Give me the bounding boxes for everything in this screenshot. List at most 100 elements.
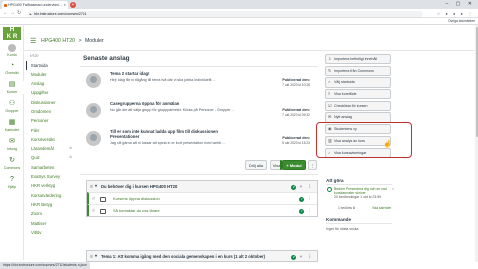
commons-icon: ↻ [9, 157, 15, 164]
course-nav-item[interactable]: Quiz ⊘ [26, 153, 74, 162]
favicon-icon [3, 3, 7, 7]
other-bookmarks[interactable]: Övriga bokmärken [448, 18, 475, 24]
announcement-title[interactable]: Tema 2 startar idag! [110, 71, 240, 77]
sidebar-button[interactable]: ⌂ Välj startsida [325, 77, 391, 88]
course-nav-item[interactable]: Diskussioner [26, 98, 74, 107]
sidebar-button[interactable]: ☑ Checklista för kursen [325, 100, 391, 112]
drag-handle-icon[interactable]: ⠿ [90, 181, 93, 192]
global-nav-calendar[interactable]: ▦ Kalender [0, 119, 24, 132]
published-icon[interactable]: ✓ [291, 184, 297, 190]
course-nav-item[interactable]: Vitlöv [26, 228, 74, 237]
course-nav-item[interactable]: Anslag [26, 79, 74, 88]
new-tab-button[interactable]: + [70, 1, 76, 8]
course-nav-item[interactable]: Lärandemål ⊘ [26, 144, 74, 153]
course-nav-item[interactable]: Personer [26, 116, 74, 125]
url-text: hkr.instructure.com/courses/2711 [34, 11, 87, 16]
announcement-title[interactable]: Till er som inte kunnat ladda upp film t… [110, 129, 240, 140]
global-navigation: HK R Konto ◔ Översikt ▤ Kurser ⚇ Grupper… [0, 25, 24, 260]
announcement-item[interactable]: Till er som inte kunnat ladda upp film t… [86, 128, 316, 156]
header-divider [24, 50, 478, 51]
reload-icon[interactable]: ↻ [17, 9, 21, 18]
announcement-item[interactable]: Casegrupperna öppna för anmälan Nu går d… [86, 100, 316, 128]
chevron-down-icon[interactable]: ▾ [95, 181, 97, 192]
global-nav-inbox[interactable]: ✉ Inkorg [0, 138, 24, 151]
course-nav-item[interactable]: EvaSys Survey [26, 172, 74, 181]
module-item-label[interactable]: Kursens öppna diskussion [113, 196, 160, 201]
course-nav-label: Vitlöv [31, 229, 42, 235]
author-avatar [86, 103, 101, 118]
dismiss-icon[interactable]: × [392, 187, 394, 191]
course-nav-item[interactable]: HKR verktyg [26, 181, 74, 190]
global-nav-commons[interactable]: ↻ Commons [0, 157, 24, 170]
extensions-area[interactable]: ☆ ● ● ● ⋮ [437, 9, 474, 18]
module-controls[interactable]: ✓ + ⋮ [291, 251, 314, 261]
sidebar-button[interactable]: ⇩ Importera befintligt innehåll [325, 54, 391, 65]
browser-tab[interactable]: HPG400 Fallbaserad undervisni... × [2, 1, 68, 9]
module-item[interactable]: ⠿ Så kontaktar du oss lärare ✓ ⋮ [87, 204, 317, 216]
more-options-button[interactable]: ⋮ [308, 160, 317, 170]
breadcrumb-course[interactable]: HPG400 HT20 [41, 38, 75, 44]
hkr-logo[interactable]: HK R [3, 27, 21, 40]
stream-icon: ≡ [328, 91, 331, 97]
breadcrumb: HPG400 HT20 > Moduler [41, 38, 104, 45]
back-icon[interactable]: ← [3, 9, 8, 18]
published-date: 7 okt 2020 kl 09:32 [282, 113, 310, 117]
module-item[interactable]: ⠿ Kursens öppna diskussion ✓ ⋮ [87, 192, 317, 204]
course-nav-item[interactable]: Omdömen [26, 107, 74, 116]
course-nav-item[interactable]: Zoom [26, 209, 74, 218]
todo-divider [326, 184, 392, 185]
module-header[interactable]: ⠿ ▾ Du behöver dig i kursen HPG400 HT20 … [87, 181, 317, 192]
module-item-controls[interactable]: ✓ ⋮ [299, 205, 314, 217]
course-nav-item[interactable]: Uppgifter [26, 88, 74, 97]
add-module-button[interactable]: + Modul [282, 160, 306, 170]
hamburger-menu-icon[interactable]: ☰ [30, 38, 36, 45]
announcement-title[interactable]: Casegrupperna öppna för anmälan [110, 101, 240, 107]
drag-handle-icon[interactable]: ⠿ [92, 205, 95, 217]
collapse-all-button[interactable]: Dölj alla [245, 160, 267, 170]
browser-tab-strip: HPG400 Fallbaserad undervisni... × + – ▢… [0, 0, 478, 9]
global-nav-help[interactable]: ? Hjälp [0, 176, 24, 189]
forward-icon[interactable]: → [10, 9, 15, 18]
sidebar-button[interactable]: ≡ Visa kursflöde [325, 89, 391, 100]
sidebar-button[interactable]: ↻ Importera från Commons [325, 65, 391, 76]
course-nav-item[interactable]: Kursutvärdering [26, 191, 74, 200]
published-icon[interactable]: ✓ [299, 208, 305, 214]
course-nav-item[interactable]: Startsida [26, 60, 74, 70]
module-controls[interactable]: ✓ + ⋮ [291, 181, 314, 192]
todo-count: 1 bedöms kl [338, 206, 356, 210]
course-nav-item[interactable]: Mattiser [26, 219, 74, 228]
view-calendar-link[interactable]: Visa kalender [372, 206, 391, 210]
course-nav-item[interactable]: Moduler [26, 70, 74, 79]
global-nav-account[interactable]: Konto [0, 44, 24, 57]
announcement-item[interactable]: Tema 2 startar idag! Hej! Idag får ni ti… [86, 70, 316, 98]
global-nav-label: Hjälp [7, 185, 17, 189]
todo-item[interactable]: Bedöm Presentera dig och se vad kurskamr… [326, 187, 394, 200]
group-icon: ⚇ [8, 100, 16, 107]
published-icon[interactable]: ✓ [299, 196, 305, 202]
title-divider [80, 66, 318, 67]
global-nav-groups[interactable]: ⚇ Grupper [0, 100, 24, 113]
main-content: Senaste anslag [80, 54, 320, 63]
course-nav-label: Samarbeten [31, 164, 55, 170]
drag-handle-icon[interactable]: ⠿ [90, 251, 93, 261]
global-nav-label: Kurser [6, 90, 18, 94]
global-nav-courses[interactable]: ▤ Kurser [0, 81, 24, 94]
chevron-down-icon[interactable]: ▾ [95, 251, 97, 261]
global-nav-dashboard[interactable]: ◔ Översikt [0, 62, 24, 75]
module-header[interactable]: ⠿ ▾ Tema 1: Att komma igång med den soci… [87, 251, 317, 261]
course-nav-item[interactable]: Samarbeten [26, 163, 74, 172]
course-nav-item[interactable]: Filer [26, 126, 74, 135]
page-title: Senaste anslag [83, 55, 130, 62]
window-controls[interactable]: – ▢ ✕ [446, 0, 475, 9]
sidebar-button-label: Nytt anslag [334, 115, 352, 120]
coming-up-empty-text: Inget för nästa vecka [326, 227, 359, 231]
module-item-label[interactable]: Så kontaktar du oss lärare [113, 208, 160, 213]
course-nav-item[interactable]: Kursöversikt [26, 135, 74, 144]
url-field[interactable]: 🔒︎ hkr.instructure.com/courses/2711 [28, 10, 423, 17]
published-icon[interactable]: ✓ [291, 254, 297, 260]
close-tab-icon[interactable]: × [64, 1, 66, 9]
coming-up-heading: Kommande [326, 217, 352, 222]
todo-item-title[interactable]: Bedöm Presentera dig och se vad kurskamr… [334, 187, 394, 195]
course-nav-item[interactable]: HKR Betyg [26, 200, 74, 209]
global-nav-label: Kalender [4, 128, 20, 132]
